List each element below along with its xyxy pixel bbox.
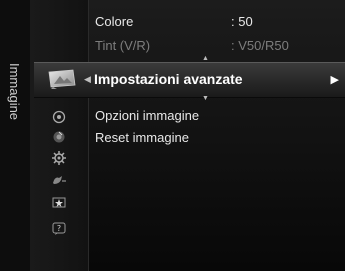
- menu-item-value: : V50/R50: [231, 37, 289, 53]
- scroll-down-indicator: ▼: [202, 95, 209, 102]
- menu-item-label: Colore: [95, 13, 134, 29]
- left-arrow-icon: ◀: [84, 74, 91, 84]
- menu-item-label: Opzioni immagine: [95, 107, 200, 123]
- input-icon[interactable]: [30, 173, 88, 187]
- support-icon[interactable]: ?: [30, 222, 88, 236]
- menu-item-label: Tint (V/R): [95, 37, 151, 53]
- sound-icon[interactable]: [30, 110, 88, 124]
- side-category-label: Immagine: [7, 62, 23, 120]
- highlighted-item-label: Impostazioni avanzate: [94, 71, 243, 87]
- side-label-column: Immagine: [0, 0, 30, 271]
- menu-list: Colore : 50 Tint (V/R) : V50/R50 Opzioni…: [88, 0, 345, 271]
- svg-text:?: ?: [57, 224, 61, 233]
- category-icon-column: ?: [30, 0, 89, 271]
- setup-icon[interactable]: [30, 150, 88, 166]
- menu-item-tint[interactable]: Tint (V/R) : V50/R50: [88, 34, 345, 56]
- picture-icon[interactable]: [40, 66, 84, 92]
- menu-item-colore[interactable]: Colore : 50: [88, 10, 345, 32]
- channel-icon[interactable]: [30, 130, 88, 144]
- scroll-up-indicator: ▲: [202, 55, 209, 62]
- menu-item-value: : 50: [231, 13, 253, 29]
- menu-item-reset-immagine[interactable]: Reset immagine: [88, 126, 345, 148]
- menu-item-opzioni-immagine[interactable]: Opzioni immagine: [88, 104, 345, 126]
- right-arrow-icon: ▶: [330, 74, 339, 86]
- tv-menu-screen: Immagine ? Colore : 50 Tint (V/R): V50/…: [0, 0, 345, 271]
- menu-item-label: Reset immagine: [95, 129, 189, 145]
- application-icon[interactable]: [30, 196, 88, 210]
